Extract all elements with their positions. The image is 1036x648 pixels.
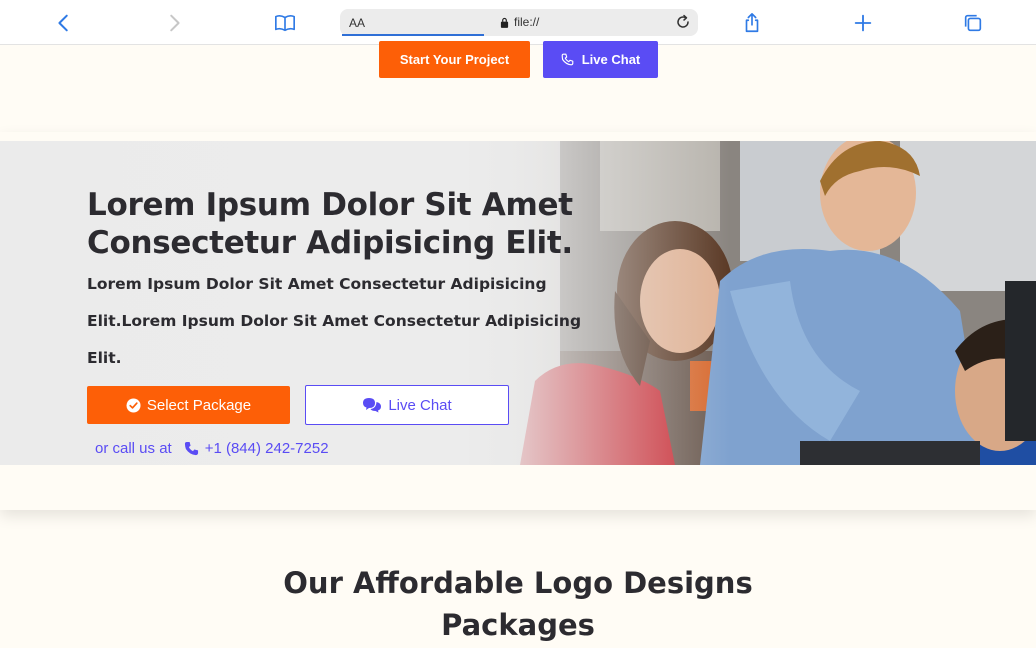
check-circle-icon (126, 397, 141, 413)
phone-link[interactable]: +1 (844) 242-7252 (184, 440, 329, 457)
reload-icon[interactable] (675, 14, 691, 30)
live-chat-hero-label: Live Chat (388, 396, 452, 414)
url-text: file:// (514, 15, 540, 29)
url-display[interactable]: file:// (500, 15, 539, 29)
packages-section-title: Our Affordable Logo Designs Packages (283, 566, 753, 642)
phone-number: +1 (844) 242-7252 (204, 440, 329, 457)
phone-icon (184, 441, 198, 456)
select-package-label: Select Package (146, 396, 252, 414)
lock-icon (500, 17, 509, 28)
live-chat-top-label: Live Chat (581, 52, 641, 67)
call-us-line: or call us at +1 (844) 242-7252 (95, 440, 329, 457)
address-focus-indicator (342, 34, 484, 36)
live-chat-hero-button[interactable]: Live Chat (305, 385, 509, 425)
select-package-button[interactable]: Select Package (87, 386, 290, 424)
phone-icon (561, 53, 574, 66)
share-icon[interactable] (737, 8, 767, 38)
hero-title: Lorem Ipsum Dolor Sit Amet Consectetur A… (87, 187, 573, 261)
browser-toolbar: AA file:// (0, 0, 1036, 45)
address-bar[interactable]: AA file:// (340, 9, 698, 36)
forward-icon[interactable] (159, 8, 189, 38)
live-chat-top-button[interactable]: Live Chat (543, 41, 658, 78)
start-project-button[interactable]: Start Your Project (379, 41, 530, 78)
tabs-icon[interactable] (958, 8, 988, 38)
text-size-button[interactable]: AA (349, 16, 365, 30)
bookmarks-icon[interactable] (270, 8, 300, 38)
new-tab-icon[interactable] (848, 8, 878, 38)
back-icon[interactable] (49, 8, 79, 38)
chat-bubbles-icon (363, 398, 382, 413)
start-project-label: Start Your Project (399, 52, 510, 67)
hero-subtitle: Lorem Ipsum Dolor Sit Amet Consectetur A… (87, 275, 582, 367)
call-us-prefix: or call us at (95, 440, 172, 457)
